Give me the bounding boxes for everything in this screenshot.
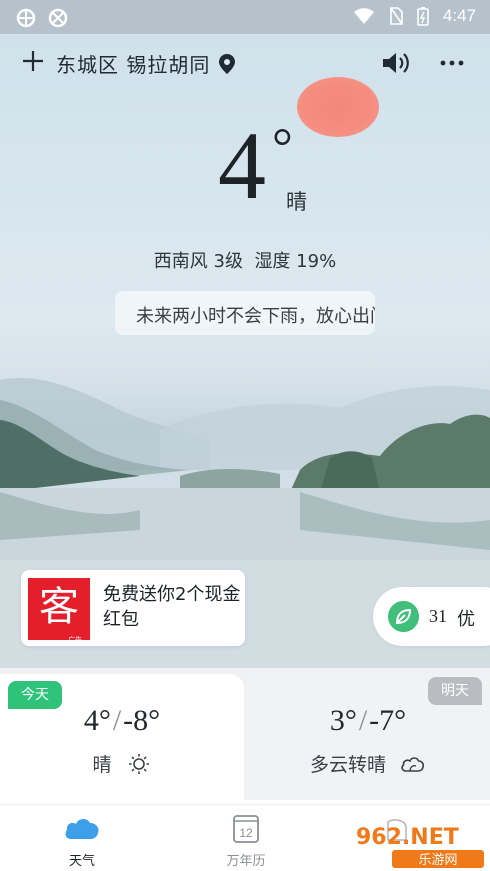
calendar-day: 12 (239, 826, 253, 840)
current-temperature: 4 (218, 112, 266, 219)
today-high: 4° (83, 704, 111, 737)
no-sim-icon (390, 7, 403, 25)
ad-card[interactable]: 客 广告 免费送你2个现金红包 (21, 570, 245, 646)
watermark-site: 乐游网 (418, 853, 457, 868)
tab-weather-label: 天气 (68, 854, 95, 869)
leaf-icon (388, 601, 419, 632)
today-condition: 晴 (0, 750, 244, 777)
location-name: 东城区 锡拉胡同 (56, 53, 211, 77)
tomorrow-temp-range: 3°/-7° (246, 704, 490, 738)
humidity-value: 19% (296, 251, 337, 272)
today-condition-text: 晴 (92, 754, 112, 776)
ad-tag: 广告 (68, 636, 82, 644)
notification-icon (48, 8, 68, 28)
ad-logo-char: 客 (39, 584, 79, 630)
forecast-today-card[interactable]: 今天 4°/-8° 晴 (0, 674, 244, 800)
tomorrow-low: -7° (369, 704, 407, 737)
sun-decoration (297, 77, 379, 137)
status-bar: 4:47 (0, 0, 490, 34)
location-pin-icon (219, 53, 236, 74)
tab-calendar[interactable]: 12 万年历 (186, 805, 306, 871)
range-separator: / (112, 704, 122, 737)
status-time: 4:47 (442, 6, 476, 25)
aqi-label: 优 (457, 609, 475, 630)
humidity-label: 湿度 (254, 251, 291, 272)
top-bar: 东城区 锡拉胡同 (0, 44, 490, 84)
air-quality-pill[interactable]: 31 优 (373, 587, 490, 646)
rain-forecast-text: 未来两小时不会下雨，放心出门吧 (136, 306, 375, 327)
location-selector[interactable]: 东城区 锡拉胡同 (56, 49, 236, 78)
today-low: -8° (123, 704, 161, 737)
wind-label: 西南风 (153, 251, 208, 272)
degree-symbol: ° (272, 119, 293, 176)
rain-forecast-pill[interactable]: 未来两小时不会下雨，放心出门吧 (115, 291, 375, 335)
forecast-section: 今天 4°/-8° 晴 明天 3°/-7° 多云转晴 (0, 668, 490, 800)
battery-icon (417, 7, 429, 26)
tomorrow-badge: 明天 (428, 677, 482, 705)
calendar-icon: 12 (233, 815, 259, 843)
tab-weather[interactable]: 天气 (22, 805, 142, 871)
today-temp-range: 4°/-8° (0, 704, 244, 738)
cloud-icon (401, 757, 425, 772)
add-city-icon[interactable] (20, 48, 46, 74)
site-watermark: 962.NET 乐游网 (356, 819, 484, 868)
weather-hero: 4:47 东城区 锡拉胡同 4 ° 晴 西南风 3级 湿度 19% 未来两小时不… (0, 0, 490, 668)
ad-text: 免费送你2个现金红包 (103, 584, 241, 630)
cloud-icon (65, 818, 99, 839)
ad-logo: 客 广告 (28, 578, 90, 644)
tomorrow-condition: 多云转晴 (246, 750, 490, 777)
current-condition: 晴 (286, 190, 307, 214)
tomorrow-high: 3° (329, 704, 357, 737)
aqi-value: 31 (429, 606, 447, 626)
speaker-icon[interactable] (380, 50, 412, 76)
wifi-icon (353, 8, 374, 24)
watermark-brand: 962.NET (356, 825, 459, 850)
notification-icon (16, 8, 36, 28)
wind-level: 3级 (213, 251, 243, 272)
tomorrow-condition-text: 多云转晴 (309, 754, 386, 776)
more-options-icon[interactable] (436, 50, 468, 76)
forecast-tomorrow-card[interactable]: 明天 3°/-7° 多云转晴 (246, 674, 490, 800)
sun-icon (128, 754, 149, 774)
tab-calendar-label: 万年历 (226, 854, 266, 869)
wind-humidity: 西南风 3级 湿度 19% (0, 247, 490, 273)
range-separator: / (358, 704, 368, 737)
